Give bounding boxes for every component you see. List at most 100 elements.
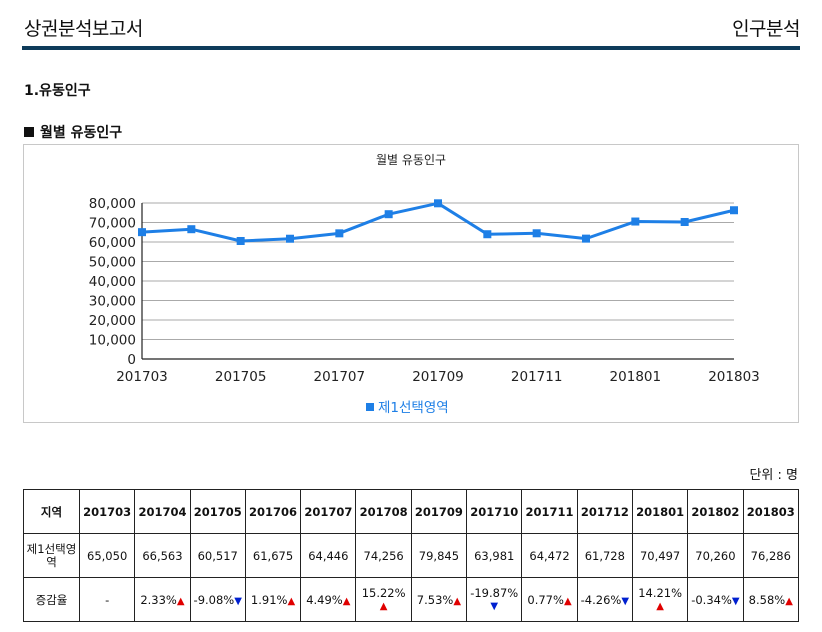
header-cell-month: 201705	[189, 489, 246, 534]
data-point	[532, 229, 541, 238]
population-cell: 64,446	[300, 533, 357, 578]
report-title: 상권분석보고서	[24, 18, 143, 40]
y-tick-label: 40,000	[89, 274, 136, 290]
header-cell-region: 지역	[23, 489, 80, 534]
rate-cell: 15.22% ▲	[355, 577, 412, 622]
data-point	[384, 210, 393, 219]
y-tick-label: 60,000	[89, 235, 136, 251]
population-cell: 66,563	[134, 533, 191, 578]
square-bullet-icon	[24, 127, 34, 137]
data-point	[335, 229, 344, 238]
rate-cell: 2.33%▲	[134, 577, 191, 622]
rate-value: 2.33%	[140, 592, 177, 607]
triangle-up-icon: ▲	[342, 595, 351, 607]
rate-value: -19.87%	[470, 585, 519, 600]
table-row: 증감율 -2.33%▲ -9.08%▼ 1.91%▲ 4.49%▲ 15.22% ▲ 7.53…	[23, 577, 800, 622]
report-header: 상권분석보고서 인구분석	[22, 0, 800, 50]
x-tick-label: 201707	[314, 369, 366, 385]
header-cell-month: 201706	[244, 489, 302, 534]
triangle-up-icon: ▲	[287, 595, 296, 607]
data-point	[236, 236, 245, 245]
subsection-title: 월별 유동인구	[24, 122, 122, 142]
header-cell-month: 201801	[631, 489, 689, 534]
x-tick-label: 201703	[116, 369, 168, 385]
population-cell: 70,260	[687, 533, 744, 578]
x-tick-label: 201705	[215, 369, 267, 385]
x-tick-label: 201711	[511, 369, 563, 385]
data-point	[680, 217, 689, 226]
rate-cell: -9.08%▼	[189, 577, 246, 622]
population-cell: 70,497	[631, 533, 689, 578]
rate-cell: 0.77%▲	[521, 577, 578, 622]
rate-cell: 8.58%▲	[742, 577, 800, 622]
header-divider	[22, 46, 800, 50]
header-cell-month: 201710	[466, 489, 523, 534]
table-row: 제1선택영역 65,050 66,563 60,517 61,675 64,446 74,2…	[23, 533, 800, 578]
rate-cell: -4.26%▼	[576, 577, 633, 622]
legend-label: 제1선택영역	[378, 400, 449, 416]
triangle-up-icon: ▲	[453, 595, 462, 607]
rate-cell: -19.87% ▼	[466, 577, 523, 622]
data-point	[483, 230, 492, 239]
y-tick-label: 10,000	[89, 333, 136, 349]
triangle-up-icon: ▲	[785, 595, 793, 607]
triangle-down-icon: ▼	[731, 595, 740, 607]
rate-value: 7.53%	[416, 592, 454, 607]
rate-value: 14.21%	[638, 585, 683, 600]
header-cell-month: 201711	[521, 489, 578, 534]
rate-cell: 1.91%▲	[244, 577, 302, 622]
rate-value: 15.22%	[361, 585, 406, 600]
rate-cell: 4.49%▲	[300, 577, 357, 622]
rate-value: 1.91%	[250, 592, 288, 607]
table-header-row: 지역 201703 201704 201705 201706 201707 201708 20…	[23, 489, 800, 534]
rate-cell: -	[78, 577, 136, 622]
triangle-down-icon: ▼	[234, 595, 242, 607]
population-cell: 63,981	[466, 533, 523, 578]
header-cell-month: 201708	[355, 489, 412, 534]
triangle-up-icon: ▲	[176, 595, 185, 607]
chart-title: 월별 유동인구	[376, 153, 446, 167]
header-cell-month: 201709	[410, 489, 468, 534]
data-point	[138, 228, 146, 237]
population-cell: 61,728	[576, 533, 633, 578]
data-point	[730, 206, 738, 215]
report-section-name: 인구분석	[732, 18, 800, 40]
header-cell-month: 201707	[300, 489, 357, 534]
population-cell: 76,286	[742, 533, 800, 578]
rate-cell: -0.34%▼	[687, 577, 744, 622]
rate-value: -0.34%	[691, 592, 732, 607]
rate-value: -9.08%	[193, 592, 235, 607]
header-cell-month: 201703	[78, 489, 136, 534]
header-cell-month: 201803	[742, 489, 800, 534]
data-point	[582, 234, 590, 243]
y-tick-label: 50,000	[89, 255, 136, 271]
population-cell: 64,472	[521, 533, 578, 578]
population-cell: 79,845	[410, 533, 468, 578]
data-point	[631, 217, 640, 226]
row-label: 증감율	[23, 577, 80, 622]
line-chart: 월별 유동인구 0 10,000 20,000 30,000 40,000 50,000 60…	[89, 153, 760, 416]
triangle-down-icon: ▼	[621, 595, 630, 607]
header-cell-month: 201712	[576, 489, 633, 534]
x-tick-label: 201803	[708, 369, 760, 385]
x-tick-label: 201801	[610, 369, 662, 385]
rate-value: 4.49%	[306, 592, 343, 607]
y-tick-label: 20,000	[89, 313, 136, 329]
data-point	[187, 225, 196, 234]
data-table: 지역 201703 201704 201705 201706 201707 201708 20…	[23, 489, 800, 622]
population-cell: 61,675	[244, 533, 302, 578]
data-point	[286, 234, 294, 243]
header-cell-month: 201802	[687, 489, 744, 534]
rate-cell: 14.21% ▲	[631, 577, 689, 622]
y-tick-label: 0	[127, 352, 136, 368]
subsection-title-text: 월별 유동인구	[40, 125, 123, 141]
data-point	[434, 199, 442, 208]
population-cell: 60,517	[189, 533, 246, 578]
rate-value: 8.58%	[748, 592, 786, 607]
rate-value: 0.77%	[527, 592, 564, 607]
unit-label: 단위 : 명	[749, 468, 798, 483]
section-title: 1.유동인구	[24, 83, 91, 99]
chart-container: 월별 유동인구 0 10,000 20,000 30,000 40,000 50,000 60…	[23, 144, 799, 423]
y-tick-label: 70,000	[89, 216, 136, 232]
header-cell-month: 201704	[134, 489, 191, 534]
